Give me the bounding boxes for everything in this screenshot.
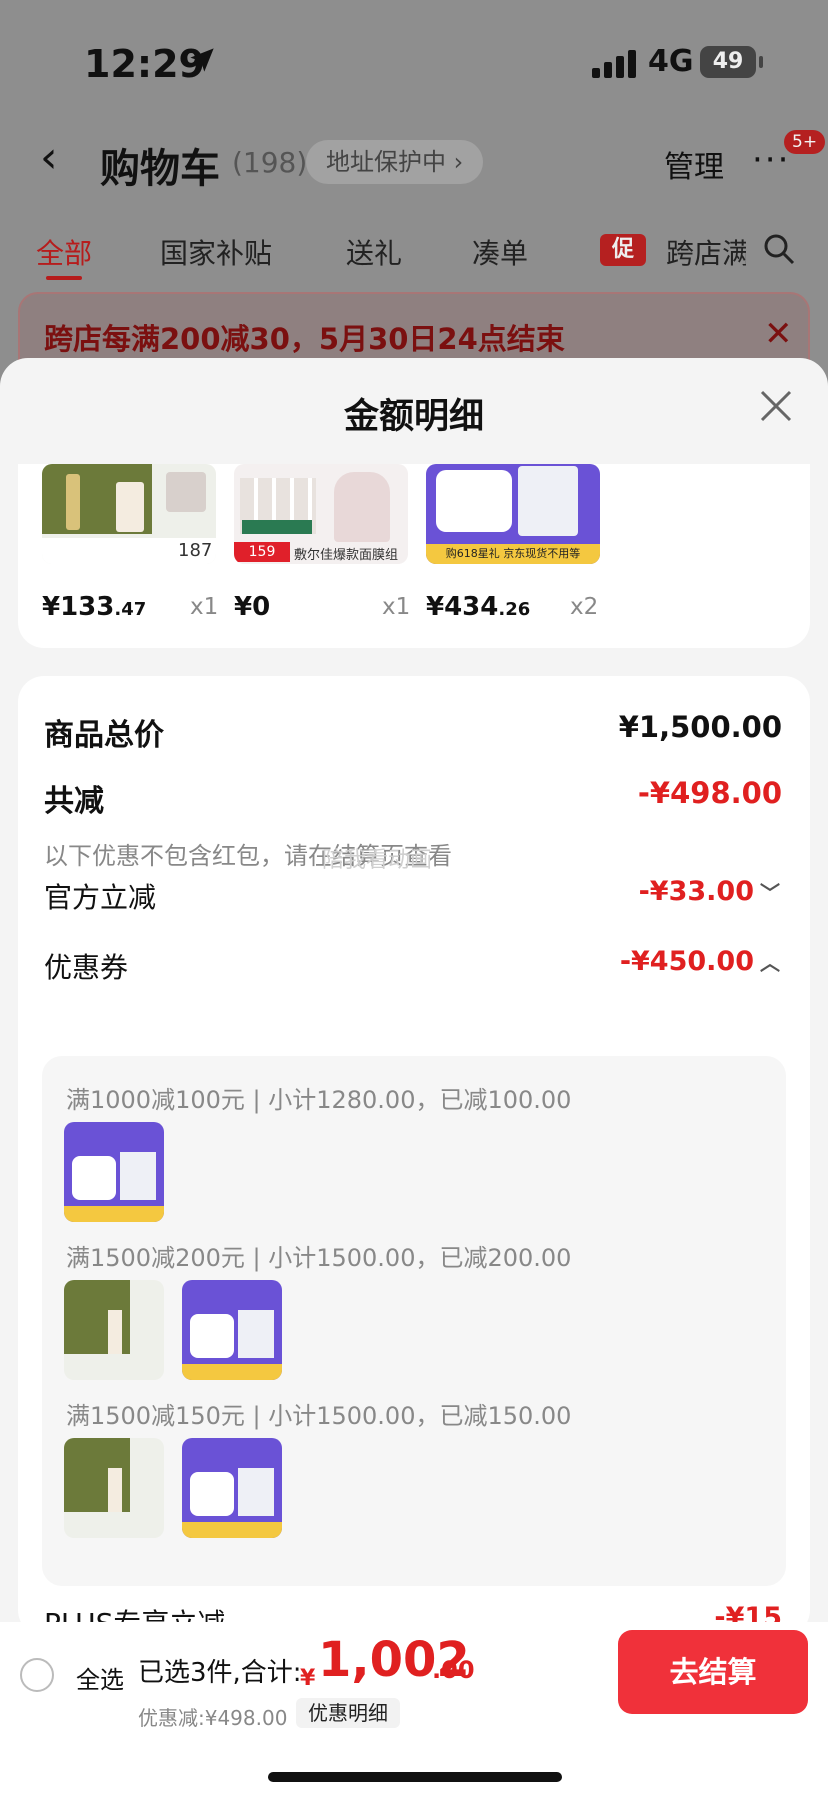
cart-page-background: 12:29 4G 49 ‹ 购物车 (198) 地址保护中 › 管理 ··· 5…	[0, 0, 828, 420]
item-qty: x1	[190, 594, 219, 620]
product-list-card: 187 159 敷尔佳爆款面膜组合 购618星礼 京东现货不用等 ¥133.47…	[18, 464, 810, 648]
cart-tabs: 全部 国家补贴 送礼 凑单 促 跨店满减	[0, 232, 828, 288]
chevron-up-icon: ︿	[760, 951, 780, 975]
promo-banner-text: 跨店每满200减30，5月30日24点结束	[44, 322, 565, 356]
tab-all[interactable]: 全部	[36, 232, 92, 280]
coupon-rule: 满1500减200元 | 小计1500.00，已减200.00	[66, 1244, 572, 1272]
product-thumbnail	[182, 1438, 282, 1538]
status-bar: 12:29 4G 49	[0, 38, 828, 88]
cart-navbar: ‹ 购物车 (198) 地址保护中 › 管理 ··· 5+	[0, 120, 828, 200]
tab-national-subsidy[interactable]: 国家补贴	[160, 232, 272, 272]
coupon-detail-box: 满1000减100元 | 小计1280.00，已减100.00 满1500减20…	[42, 1056, 786, 1586]
close-icon[interactable]: ✕	[764, 314, 793, 354]
product-thumbnail[interactable]: 159 敷尔佳爆款面膜组合	[234, 464, 408, 564]
item-qty: x2	[570, 594, 599, 620]
discount-summary: 优惠减:¥498.00	[138, 1706, 288, 1730]
home-indicator[interactable]	[268, 1772, 562, 1782]
tab-cross-store[interactable]: 跨店满减	[666, 232, 746, 272]
product-thumbnail[interactable]: 187	[42, 464, 216, 564]
status-time: 12:29	[84, 42, 205, 86]
item-qty: x1	[382, 594, 411, 620]
coupon-rule: 满1500减150元 | 小计1500.00，已减150.00	[66, 1402, 572, 1430]
battery-icon: 49	[700, 46, 763, 78]
checkout-button[interactable]: 去结算	[618, 1630, 808, 1714]
total-reduce-value: -¥498.00	[637, 776, 782, 810]
location-arrow-icon	[190, 48, 214, 72]
product-thumbnail	[64, 1122, 164, 1222]
total-price-value: ¥1,500.00	[618, 710, 782, 744]
product-thumbnail[interactable]: 购618星礼 京东现货不用等	[426, 464, 600, 564]
promo-tag: 促	[600, 234, 646, 266]
sheet-title: 金额明细	[343, 397, 484, 437]
official-discount-row[interactable]: -¥33.00 ﹀	[639, 876, 780, 907]
cart-count: (198)	[232, 146, 308, 179]
total-currency: ¥	[300, 1666, 316, 1691]
coupon-label: 优惠券	[44, 951, 129, 984]
product-thumbnail	[182, 1280, 282, 1380]
total-amount-decimal: .00	[432, 1656, 475, 1684]
thumb-tag: 159	[234, 542, 290, 562]
total-reduce-label: 共减	[44, 784, 104, 819]
product-thumbnail	[64, 1280, 164, 1380]
discount-detail-button[interactable]: 优惠明细	[296, 1698, 400, 1728]
tab-bundle[interactable]: 凑单	[472, 232, 528, 272]
chevron-down-icon: ﹀	[760, 881, 780, 905]
item-price: ¥0	[234, 592, 271, 622]
checkout-bar: 全选 已选3件,合计: ¥ 1,002 .00 优惠减:¥498.00 优惠明细…	[0, 1622, 828, 1796]
address-protection-pill[interactable]: 地址保护中 ›	[306, 140, 484, 184]
back-chevron-icon[interactable]: ‹	[40, 136, 58, 180]
amount-summary-card: 商品总价 ¥1,500.00 共减 -¥498.00 以下优惠不包含红包，请在结…	[18, 676, 810, 1640]
message-badge: 5+	[784, 130, 826, 154]
thumb-price: 187	[178, 540, 213, 561]
tab-gift[interactable]: 送礼	[346, 232, 402, 272]
select-all-label[interactable]: 全选	[76, 1660, 124, 1695]
item-price: ¥133.47	[42, 592, 147, 622]
thumb-caption: 敷尔佳爆款面膜组合	[294, 548, 399, 563]
official-discount-label: 官方立减	[44, 881, 157, 914]
search-icon[interactable]	[762, 232, 796, 266]
selected-summary: 已选3件,合计:	[138, 1658, 302, 1688]
page-title: 购物车	[100, 146, 220, 192]
total-price-label: 商品总价	[44, 718, 164, 753]
thumb-caption: 购618星礼 京东现货不用等	[426, 544, 600, 564]
watermark-text: 陪我看动画	[322, 848, 433, 873]
signal-icon	[592, 50, 636, 78]
amount-detail-sheet: 金额明细 187 159 敷尔佳爆款面膜组合 购618星礼 京东现货不用等 ¥1…	[0, 358, 828, 1796]
manage-button[interactable]: 管理	[664, 142, 724, 186]
coupon-rule: 满1000减100元 | 小计1280.00，已减100.00	[66, 1086, 572, 1114]
coupon-row[interactable]: -¥450.00 ︿	[620, 946, 780, 977]
product-thumbnail	[64, 1438, 164, 1538]
close-icon[interactable]	[756, 386, 796, 426]
network-type: 4G	[648, 44, 694, 79]
item-price: ¥434.26	[426, 592, 531, 622]
select-all-checkbox[interactable]	[20, 1658, 54, 1692]
